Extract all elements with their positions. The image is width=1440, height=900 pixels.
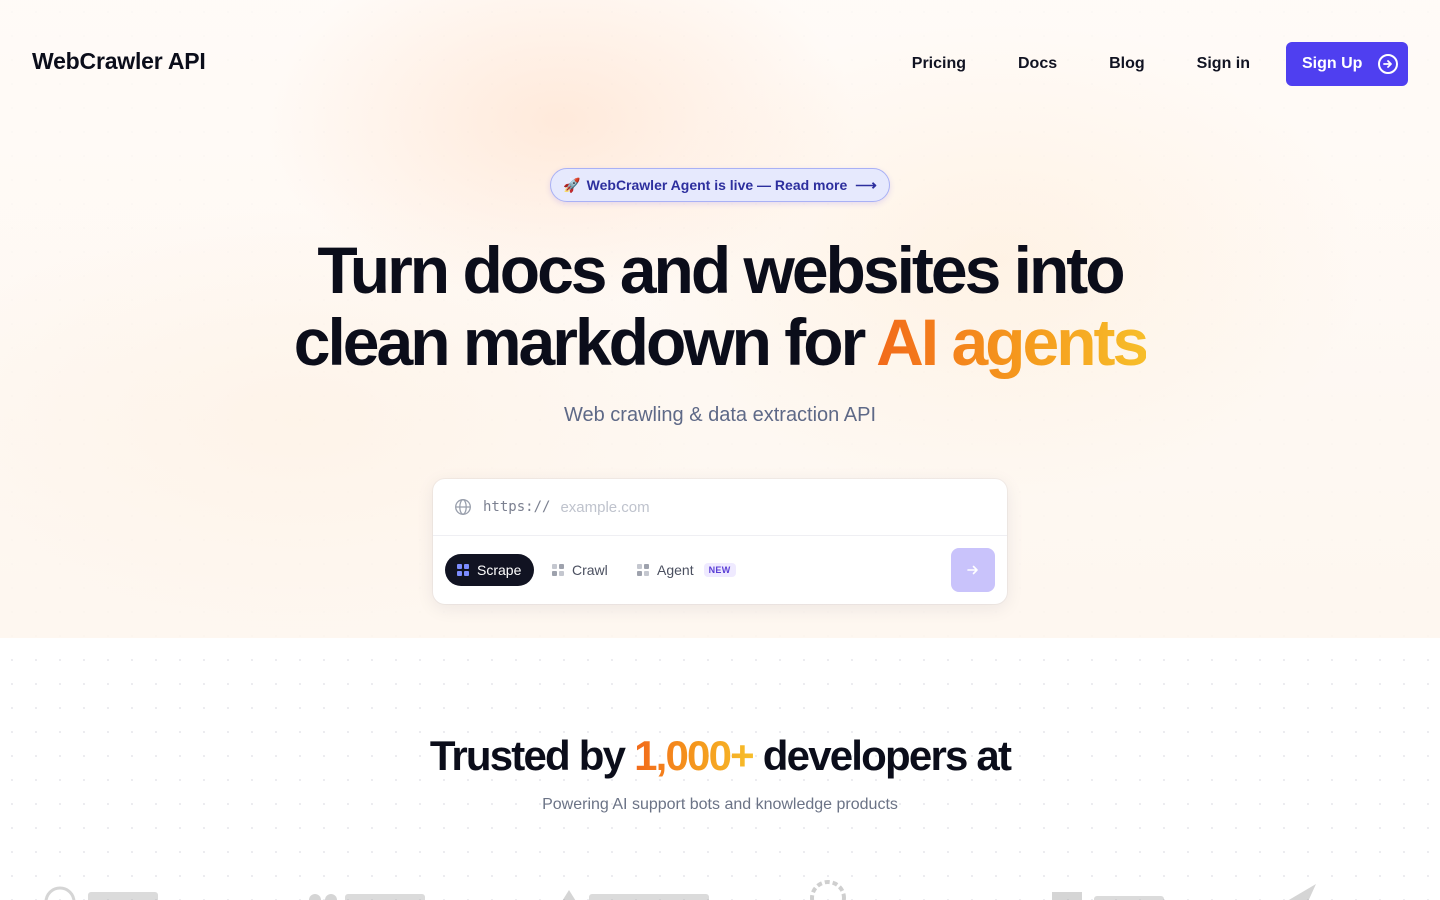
headline-accent: AI agents (876, 305, 1149, 379)
mode-selector-row: Scrape Crawl Agent NEW (433, 536, 1007, 604)
hero-headline: Turn docs and websites into clean markdo… (0, 234, 1440, 378)
headline-line-2: clean markdown for (293, 305, 877, 379)
new-badge: NEW (703, 563, 736, 577)
globe-icon (455, 499, 471, 515)
top-nav: Pricing Docs Blog Sign in Sign Up (912, 42, 1408, 86)
customer-logo-strip (0, 876, 1440, 900)
url-input[interactable] (560, 498, 961, 516)
arrow-right-circle-icon (1378, 54, 1398, 74)
mode-agent-label: Agent (657, 562, 694, 578)
mode-scrape[interactable]: Scrape (445, 554, 535, 586)
trusted-subtitle: Powering AI support bots and knowledge p… (542, 796, 898, 813)
brand-logo[interactable]: WebCrawler API (32, 48, 206, 75)
url-prefix: https:// (483, 499, 551, 515)
nav-sign-in[interactable]: Sign in (1197, 55, 1250, 73)
customer-logo-5 (1052, 892, 1164, 900)
hero-subtitle: Web crawling & data extraction API (563, 404, 876, 426)
grid-icon (637, 564, 649, 576)
customer-logo-1 (44, 886, 158, 900)
grid-icon (457, 564, 469, 576)
nav-blog[interactable]: Blog (1109, 55, 1145, 73)
trusted-count: 1,000+ (634, 732, 755, 779)
nav-docs[interactable]: Docs (1018, 55, 1057, 73)
long-arrow-right-icon: ⟶ (855, 177, 877, 194)
announcement-text: WebCrawler Agent is live — Read more (586, 177, 848, 193)
arrow-right-icon (967, 565, 978, 575)
customer-logo-6 (1288, 884, 1316, 900)
mode-scrape-label: Scrape (477, 562, 522, 578)
customer-logo-3 (562, 890, 709, 900)
customer-logo-2 (309, 894, 425, 900)
submit-button[interactable] (951, 548, 995, 592)
customer-logo-4 (810, 880, 846, 900)
trusted-before: Trusted by (429, 732, 635, 779)
trusted-heading: Trusted by 1,000+ developers at (0, 732, 1440, 780)
url-search-card: https:// Scrape Crawl Agent NEW (433, 479, 1007, 604)
rocket-icon: 🚀 (563, 176, 581, 193)
headline-line-1: Turn docs and websites into (317, 233, 1125, 307)
sign-up-button[interactable]: Sign Up (1286, 42, 1408, 86)
mode-crawl-label: Crawl (572, 562, 608, 578)
announcement-pill[interactable]: 🚀 WebCrawler Agent is live — Read more ⟶ (550, 168, 890, 202)
nav-pricing[interactable]: Pricing (912, 55, 966, 73)
url-input-row: https:// (433, 479, 1007, 536)
sign-up-label: Sign Up (1302, 55, 1363, 72)
mode-crawl[interactable]: Crawl (552, 554, 608, 586)
trusted-after: developers at (752, 732, 1012, 779)
mode-agent[interactable]: Agent NEW (637, 554, 736, 586)
grid-icon (552, 564, 564, 576)
